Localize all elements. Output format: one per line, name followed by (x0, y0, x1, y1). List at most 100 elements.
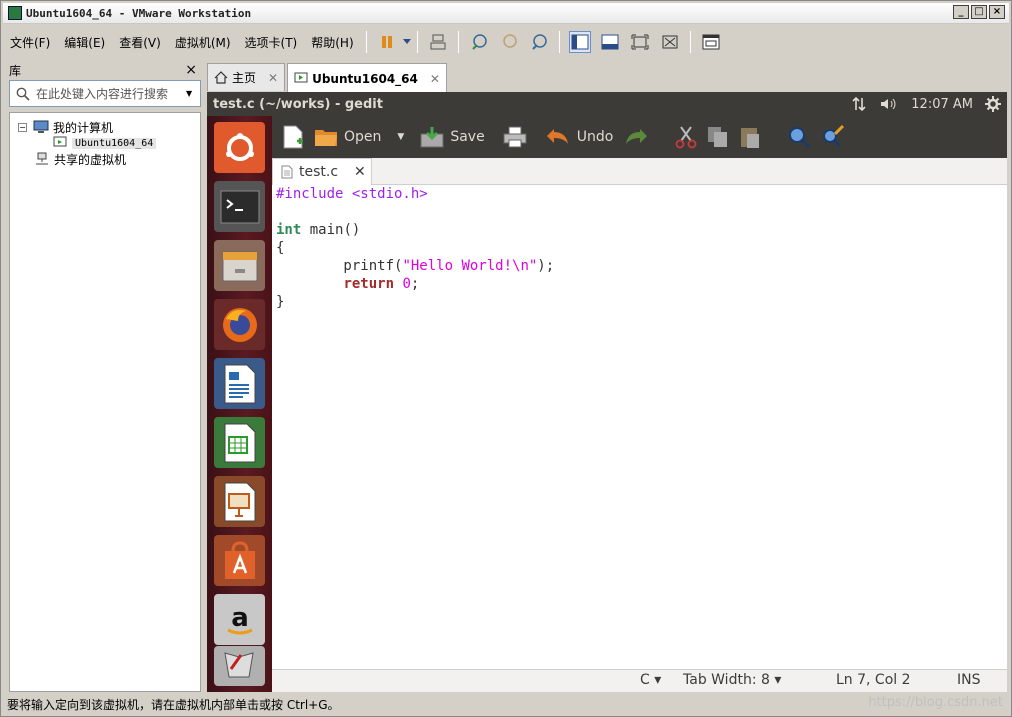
firefox-icon[interactable] (214, 299, 265, 350)
code-token: 0 (402, 276, 411, 292)
snapshot-manager-icon[interactable] (528, 31, 550, 53)
tree-label-my-computer: 我的计算机 (53, 120, 114, 135)
save-button[interactable]: Save (420, 126, 485, 148)
tab-vm-label: Ubuntu1604_64 (312, 71, 418, 86)
tab-home-label: 主页 (232, 71, 257, 85)
vm-running-icon (53, 136, 67, 147)
tab-width-selector[interactable]: Tab Width: 8 ▾ (683, 672, 781, 688)
network-icon[interactable] (851, 96, 867, 112)
minimize-button[interactable]: _ (953, 5, 969, 19)
volume-icon[interactable] (879, 96, 899, 112)
gedit-statusbar: C ▾ Tab Width: 8 ▾ Ln 7, Col 2 INS (272, 669, 1007, 692)
libreoffice-writer-icon[interactable] (214, 358, 265, 409)
amazon-icon[interactable]: a (214, 594, 265, 645)
collapse-icon[interactable]: − (18, 122, 27, 132)
document-tab[interactable]: test.c ✕ (272, 158, 372, 185)
menu-edit[interactable]: 编辑(E) (57, 34, 112, 51)
system-settings-icon[interactable] (214, 646, 265, 686)
library-header: 库 × (3, 61, 203, 79)
maximize-button[interactable]: □ (971, 5, 987, 19)
library-tree: − 我的计算机 Ubuntu1604_64 共享的虚拟机 (9, 112, 201, 692)
document-tab-close-icon[interactable]: ✕ (354, 164, 366, 180)
vmware-window: Ubuntu1604_64 - VMware Workstation _ □ ×… (0, 0, 1012, 717)
terminal-icon[interactable] (214, 181, 265, 232)
thumbnail-bar-icon[interactable] (599, 31, 621, 53)
tab-strip: 主页 ✕ Ubuntu1604_64 ✕ (207, 63, 447, 93)
library-close-button[interactable]: × (185, 62, 197, 78)
tab-home[interactable]: 主页 ✕ (207, 63, 286, 91)
code-line: printf("Hello World!\n"); (276, 257, 1003, 275)
tree-item-shared-vms[interactable]: 共享的虚拟机 (34, 151, 126, 167)
shared-vm-icon (36, 152, 48, 165)
tree-item-my-computer[interactable]: − 我的计算机 (18, 119, 113, 135)
paste-icon (741, 128, 760, 148)
show-library-icon[interactable] (568, 31, 591, 53)
unity-mode-icon[interactable] (659, 31, 681, 53)
console-view-icon[interactable] (700, 31, 722, 53)
vmware-app-icon (8, 6, 22, 20)
unity-launcher: a (207, 116, 272, 692)
tab-vm-close-icon[interactable]: ✕ (430, 72, 440, 86)
menu-help[interactable]: 帮助(H) (304, 34, 360, 51)
tab-vm[interactable]: Ubuntu1604_64 ✕ (287, 63, 447, 93)
pause-dropdown-icon[interactable] (402, 31, 412, 53)
cut-button[interactable] (675, 125, 697, 149)
svg-text:a: a (231, 603, 249, 633)
menu-tabs[interactable]: 选项卡(T) (238, 34, 305, 51)
send-ctrl-alt-del-icon[interactable] (427, 31, 449, 53)
redo-button[interactable] (623, 127, 649, 147)
toolbar-separator (457, 31, 459, 53)
menu-file[interactable]: 文件(F) (3, 34, 57, 51)
tree-label-shared-vms: 共享的虚拟机 (54, 152, 127, 167)
search-icon (16, 87, 30, 101)
document-tab-label: test.c (299, 164, 339, 180)
language-selector[interactable]: C ▾ (640, 672, 661, 688)
new-document-button[interactable] (282, 125, 304, 149)
find-button[interactable] (787, 125, 811, 149)
libreoffice-calc-icon[interactable] (214, 417, 265, 468)
paste-button[interactable] (739, 125, 761, 149)
libreoffice-impress-icon[interactable] (214, 476, 265, 527)
toolbar-separator (416, 31, 418, 53)
close-button[interactable]: × (989, 5, 1005, 19)
menu-bar: 文件(F) 编辑(E) 查看(V) 虚拟机(M) 选项卡(T) 帮助(H) (3, 27, 1009, 57)
search-dropdown-icon[interactable]: ▼ (186, 89, 200, 98)
vmware-statusbar: 要将输入定向到该虚拟机，请在虚拟机内部单击或按 Ctrl+G。 (3, 693, 1009, 715)
code-token: return (343, 276, 395, 292)
snapshot-take-icon[interactable] (468, 31, 490, 53)
ubuntu-dash-icon[interactable] (214, 122, 265, 173)
clock[interactable]: 12:07 AM (911, 97, 973, 112)
code-token: <stdio.h> (351, 186, 428, 202)
vm-console[interactable]: test.c (~/works) - gedit 12:07 AM a Open… (207, 92, 1007, 692)
fullscreen-icon[interactable] (629, 31, 651, 53)
menu-view[interactable]: 查看(V) (112, 34, 168, 51)
code-token: int (276, 222, 302, 238)
code-token: "Hello World!\n" (402, 258, 538, 274)
snapshot-revert-icon[interactable] (498, 31, 520, 53)
software-center-icon[interactable] (214, 535, 265, 586)
toolbar-separator (365, 31, 367, 53)
settings-gear-icon[interactable] (985, 96, 1001, 112)
code-line: { (276, 240, 285, 256)
pause-icon[interactable] (376, 31, 398, 53)
code-editor[interactable]: #include <stdio.h> int main() { printf("… (272, 185, 1007, 669)
tab-home-close-icon[interactable]: ✕ (268, 71, 278, 85)
cut-icon (675, 126, 697, 149)
undo-button[interactable]: Undo (545, 127, 613, 147)
files-icon[interactable] (214, 240, 265, 291)
copy-button[interactable] (707, 126, 729, 148)
open-button[interactable]: Open ▼ (314, 126, 404, 148)
library-search-input[interactable]: 在此处键入内容进行搜索 ▼ (9, 80, 201, 107)
find-replace-icon (823, 125, 845, 148)
gedit-window-title: test.c (~/works) - gedit (213, 96, 383, 112)
menu-vm[interactable]: 虚拟机(M) (168, 34, 238, 51)
vm-tab-icon (294, 72, 308, 83)
computer-icon (33, 120, 49, 133)
tree-item-vm[interactable]: Ubuntu1604_64 (52, 135, 157, 151)
find-replace-button[interactable] (821, 125, 845, 149)
open-dropdown-icon[interactable]: ▼ (397, 132, 404, 142)
watermark: https://blog.csdn.net (868, 695, 1003, 710)
print-button[interactable] (503, 126, 527, 148)
